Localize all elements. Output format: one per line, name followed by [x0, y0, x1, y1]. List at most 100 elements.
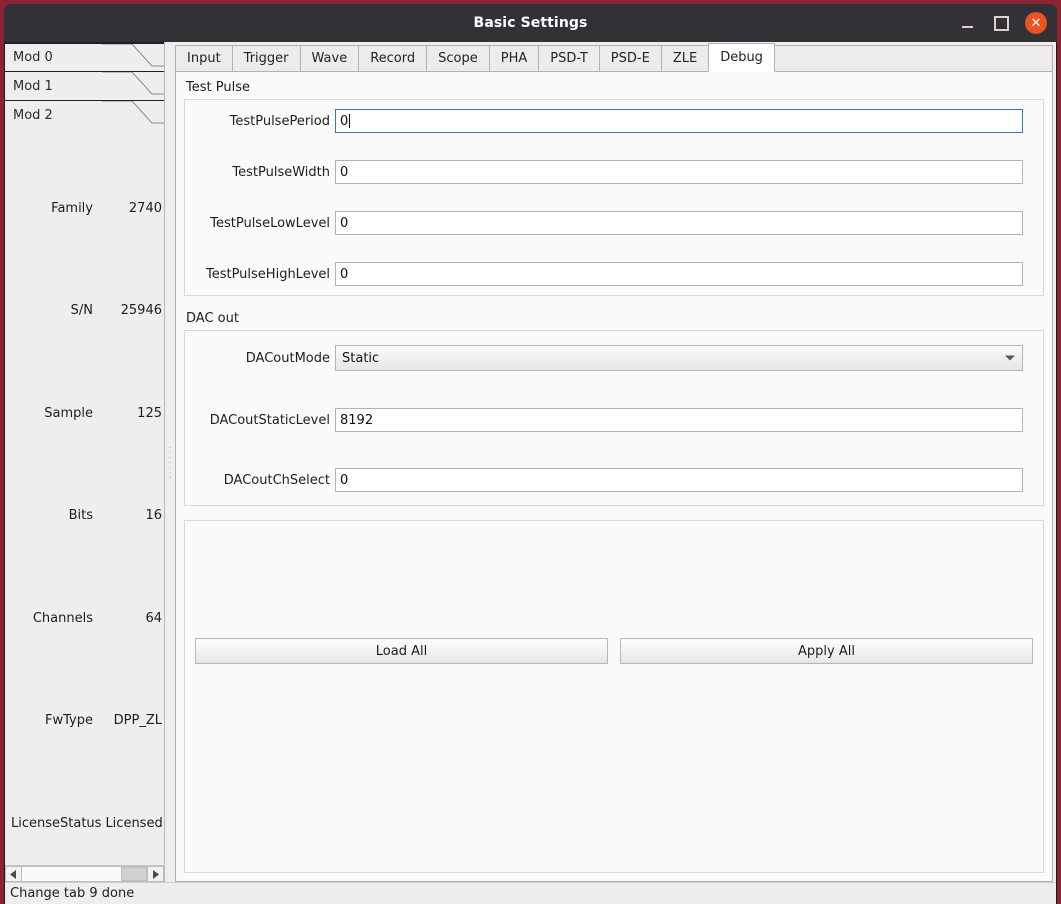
info-row-serial-number: S/N 25946 [5, 303, 164, 318]
form-row-test-pulse-low-level: TestPulseLowLevel 0 [193, 211, 1023, 235]
module-tab-label: Mod 2 [13, 107, 53, 123]
dac-out-title: DAC out [186, 311, 239, 326]
action-button-row: Load All Apply All [195, 638, 1033, 664]
tab-label: Record [370, 51, 416, 66]
tab-bar-filler [772, 45, 1053, 72]
info-value: 125 [137, 406, 162, 421]
info-value: Licensed [105, 816, 163, 831]
tab-slant-shape [102, 101, 164, 129]
module-sidebar: Mod 0 Mod 1 Mod 2 Family 2740 S/N 25946 … [5, 42, 165, 882]
input-test-pulse-high-level[interactable]: 0 [335, 262, 1023, 286]
tab-psd-t[interactable]: PSD-T [538, 45, 600, 72]
tab-label: Scope [438, 51, 478, 66]
info-label: FwType [45, 713, 93, 728]
info-row-family: Family 2740 [5, 201, 164, 216]
info-label: Bits [68, 508, 93, 523]
tab-slant-shape [102, 44, 164, 71]
info-label: Family [51, 201, 93, 216]
input-value: 0 [340, 266, 349, 282]
info-label: S/N [70, 303, 93, 318]
test-pulse-body: TestPulsePeriod 0 TestPulseWidth 0 TestP… [184, 99, 1044, 296]
sidebar-horizontal-scrollbar[interactable] [5, 865, 164, 882]
test-pulse-title: Test Pulse [186, 80, 250, 95]
input-test-pulse-period[interactable]: 0 [335, 109, 1023, 133]
info-label: LicenseStatus [11, 816, 102, 831]
tab-label: Input [187, 51, 221, 66]
tab-label: PSD-E [610, 51, 650, 66]
tab-slant-shape [102, 72, 164, 100]
splitter-grip-icon [169, 445, 171, 479]
info-label: Sample [44, 406, 93, 421]
main-panel: Input Trigger Wave Record Scope PHA PSD-… [175, 42, 1056, 882]
settings-tab-bar: Input Trigger Wave Record Scope PHA PSD-… [175, 43, 1053, 72]
select-value: Static [342, 350, 380, 366]
tab-label: Trigger [243, 51, 289, 66]
form-row-dacout-mode: DACoutMode Static [193, 345, 1023, 371]
load-all-button[interactable]: Load All [195, 638, 608, 664]
input-value: 0 [340, 472, 349, 488]
apply-all-button[interactable]: Apply All [620, 638, 1033, 664]
input-test-pulse-low-level[interactable]: 0 [335, 211, 1023, 235]
tab-trigger[interactable]: Trigger [231, 45, 301, 72]
panel-splitter[interactable] [165, 42, 175, 882]
maximize-icon[interactable] [991, 13, 1011, 33]
scroll-left-icon[interactable] [5, 866, 22, 882]
scrollbar-handle[interactable] [121, 867, 147, 881]
tab-label: PSD-T [550, 51, 588, 66]
scrollbar-trough[interactable] [22, 866, 147, 882]
tab-scope[interactable]: Scope [426, 45, 490, 72]
content-row: Mod 0 Mod 1 Mod 2 Family 2740 S/N 25946 … [5, 42, 1056, 882]
dac-out-body: DACoutMode Static DACoutStaticLevel 8192 [184, 330, 1044, 506]
tab-input[interactable]: Input [175, 45, 233, 72]
title-bar: Basic Settings ✕ [4, 4, 1057, 42]
input-dacout-ch-select[interactable]: 0 [335, 468, 1023, 492]
label-dacout-ch-select: DACoutChSelect [223, 472, 330, 488]
scroll-right-icon[interactable] [147, 866, 164, 882]
minimize-icon[interactable] [957, 13, 977, 33]
close-icon[interactable]: ✕ [1025, 12, 1047, 34]
test-pulse-group: Test Pulse TestPulsePeriod 0 TestPulseWi… [184, 80, 1044, 296]
info-value: 64 [145, 611, 162, 626]
module-tab-label: Mod 0 [13, 50, 53, 65]
label-test-pulse-low-level: TestPulseLowLevel [210, 215, 330, 231]
info-row-channels: Channels 64 [5, 611, 164, 626]
form-row-test-pulse-width: TestPulseWidth 0 [193, 160, 1023, 184]
label-dacout-static-level: DACoutStaticLevel [209, 412, 330, 428]
tab-pha[interactable]: PHA [488, 45, 540, 72]
info-value: DPP_ZL [113, 713, 162, 728]
sidebar-item-mod-1[interactable]: Mod 1 [5, 71, 164, 100]
input-test-pulse-width[interactable]: 0 [335, 160, 1023, 184]
tab-zle[interactable]: ZLE [660, 45, 710, 72]
input-value: 0 [340, 164, 349, 180]
window-client-area: Mod 0 Mod 1 Mod 2 Family 2740 S/N 25946 … [4, 42, 1057, 904]
info-row-sample: Sample 125 [5, 406, 164, 421]
window-title: Basic Settings [473, 15, 588, 31]
chevron-down-icon [1005, 355, 1015, 361]
tab-label: PHA [500, 51, 528, 66]
info-row-fwtype: FwType DPP_ZL [5, 713, 164, 728]
form-row-dacout-static-level: DACoutStaticLevel 8192 [193, 408, 1023, 432]
tab-label: Debug [720, 50, 763, 65]
info-label: Channels [32, 611, 93, 626]
module-info-panel: Family 2740 S/N 25946 Sample 125 Bits 16 [5, 129, 164, 865]
actions-group: Load All Apply All [184, 520, 1044, 873]
window-controls: ✕ [957, 4, 1047, 42]
info-row-license-status: LicenseStatus Licensed [5, 816, 164, 831]
debug-tab-page: Test Pulse TestPulsePeriod 0 TestPulseWi… [175, 72, 1053, 882]
input-value: 0 [340, 113, 349, 129]
tab-wave[interactable]: Wave [299, 45, 360, 72]
module-tab-list: Mod 0 Mod 1 Mod 2 [5, 42, 164, 129]
tab-debug[interactable]: Debug [708, 43, 775, 72]
label-dacout-mode: DACoutMode [245, 350, 330, 366]
tab-record[interactable]: Record [358, 45, 428, 72]
tab-psd-e[interactable]: PSD-E [598, 45, 662, 72]
sidebar-item-mod-2[interactable]: Mod 2 [5, 100, 164, 129]
input-dacout-static-level[interactable]: 8192 [335, 408, 1023, 432]
label-test-pulse-period: TestPulsePeriod [229, 113, 330, 129]
status-message: Change tab 9 done [10, 886, 135, 901]
info-row-bits: Bits 16 [5, 508, 164, 523]
info-value: 2740 [128, 201, 162, 216]
select-dacout-mode[interactable]: Static [335, 345, 1023, 371]
sidebar-item-mod-0[interactable]: Mod 0 [5, 42, 164, 71]
label-test-pulse-width: TestPulseWidth [232, 164, 330, 180]
